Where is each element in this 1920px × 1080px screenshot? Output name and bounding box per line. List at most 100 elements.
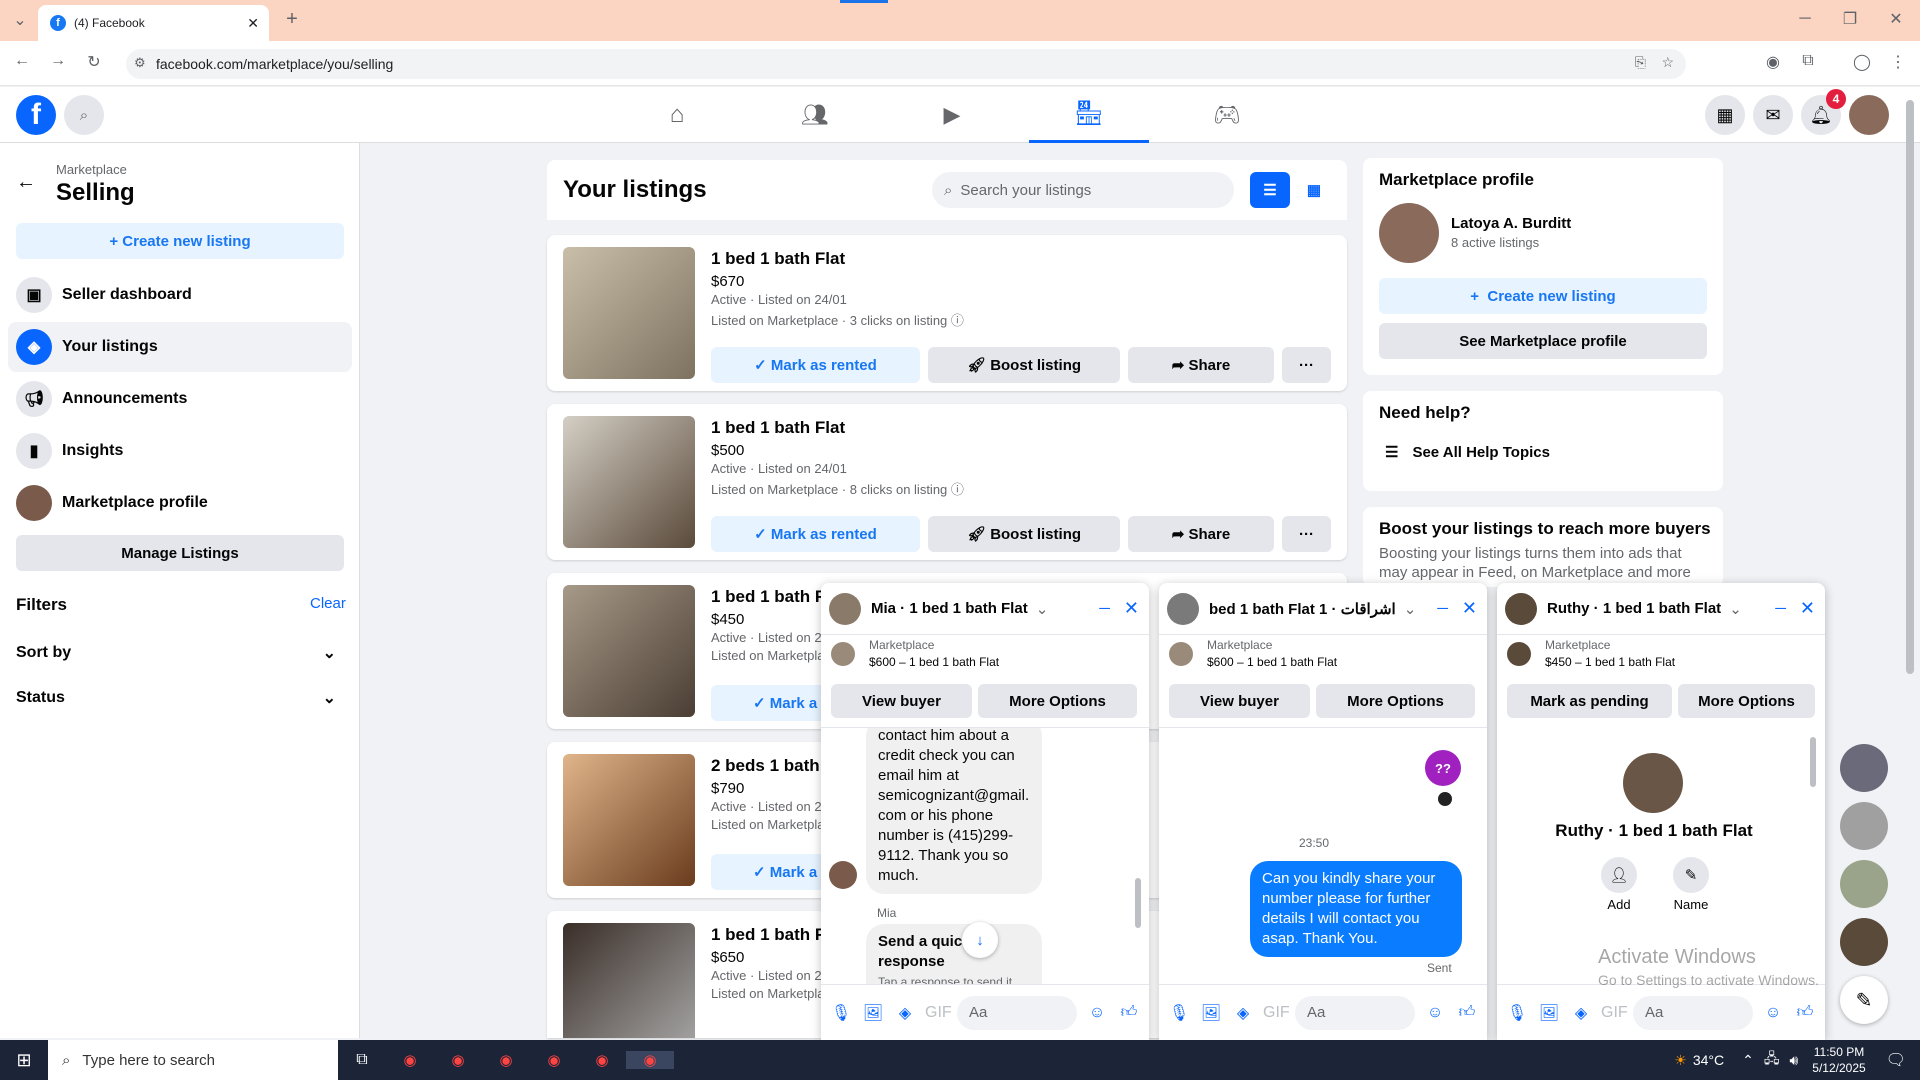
chat-header[interactable]: bed 1 bath Flat 1 · اشراقات ⌄ ─ ✕ <box>1159 583 1487 635</box>
page-scrollbar[interactable] <box>1906 100 1914 674</box>
mark-as-rented-button[interactable]: ✓ Mark as rented <box>711 516 920 552</box>
browser-tab[interactable]: f (4) Facebook ✕ <box>38 5 269 41</box>
breadcrumb[interactable]: Marketplace <box>56 162 127 177</box>
emoji-icon[interactable]: ☺ <box>1761 1004 1785 1022</box>
sticker-icon[interactable]: ◈ <box>1231 1003 1255 1023</box>
listing-card[interactable]: 1 bed 1 bath Flat $500 Active · Listed o… <box>547 404 1347 560</box>
sidebar-item-insights[interactable]: ▮ Insights <box>8 426 352 476</box>
sticker-icon[interactable]: ◈ <box>1569 1003 1593 1023</box>
help-topics-link[interactable]: ☰ See All Help Topics <box>1385 443 1550 462</box>
taskbar-search-box[interactable]: ⌕ Type here to search <box>48 1040 338 1080</box>
chat-head-avatar[interactable] <box>1840 802 1888 850</box>
windows-start-icon[interactable]: ⊞ <box>0 1050 48 1071</box>
share-button[interactable]: ➦ Share <box>1128 516 1274 552</box>
clear-filters-link[interactable]: Clear <box>310 595 346 612</box>
back-icon[interactable]: ← <box>10 52 34 70</box>
add-friend-icon[interactable]: 👤︎ <box>1601 857 1637 893</box>
chat-header[interactable]: Ruthy · 1 bed 1 bath Flat ⌄ ─ ✕ <box>1497 583 1825 635</box>
listing-title[interactable]: 2 beds 1 bath l <box>711 756 829 776</box>
microphone-icon[interactable]: 🎙︎ <box>1505 1003 1529 1023</box>
like-icon[interactable]: 👍︎ <box>1117 1003 1141 1022</box>
scrollbar[interactable] <box>1810 737 1816 787</box>
marketplace-icon[interactable]: 🏪︎ <box>1029 87 1149 143</box>
photo-icon[interactable]: 🖼︎ <box>1537 1003 1561 1023</box>
view-buyer-button[interactable]: View buyer <box>1169 684 1310 718</box>
context-item[interactable]: $600 – 1 bed 1 bath Flat <box>1207 654 1337 671</box>
chrome-menu-icon[interactable]: ⋮ <box>1886 52 1910 72</box>
chat-title[interactable]: Mia · 1 bed 1 bath Flat <box>871 600 1028 617</box>
close-tab-icon[interactable]: ✕ <box>247 15 259 32</box>
menu-grid-icon[interactable]: ▦ <box>1705 95 1745 135</box>
profile-avatar[interactable] <box>1379 203 1439 263</box>
message-input[interactable]: Aa <box>1633 995 1753 1030</box>
gif-icon[interactable]: GIF <box>1263 1004 1290 1022</box>
gaming-icon[interactable]: 🎮︎ <box>1167 87 1287 143</box>
listing-title[interactable]: 1 bed 1 bath Flat <box>711 418 845 438</box>
sidebar-item-marketplace-profile[interactable]: Marketplace profile <box>8 478 352 528</box>
listing-photo[interactable] <box>563 754 695 886</box>
share-button[interactable]: ➦ Share <box>1128 347 1274 383</box>
microphone-icon[interactable]: 🎙︎ <box>1167 1003 1191 1023</box>
listing-photo[interactable] <box>563 247 695 379</box>
facebook-logo-icon[interactable]: f <box>16 95 56 135</box>
bookmark-star-icon[interactable]: ☆ <box>1661 54 1674 71</box>
video-icon[interactable]: ▶ <box>892 87 1012 143</box>
create-listing-button[interactable]: + Create new listing <box>1379 278 1707 314</box>
address-bar[interactable]: ⚙ facebook.com/marketplace/you/selling ⎘… <box>126 49 1686 79</box>
minimize-chat-icon[interactable]: ─ <box>1099 600 1110 617</box>
back-arrow-icon[interactable]: ← <box>16 171 36 194</box>
context-item[interactable]: $600 – 1 bed 1 bath Flat <box>869 654 999 671</box>
chevron-down-icon[interactable]: ⌄ <box>1729 600 1742 618</box>
sidebar-item-your-listings[interactable]: ◈ Your listings <box>8 322 352 372</box>
mark-as-pending-button[interactable]: Mark as pending <box>1507 684 1672 718</box>
profile-icon[interactable]: ◯ <box>1850 52 1874 72</box>
chat-header[interactable]: Mia · 1 bed 1 bath Flat ⌄ ─ ✕ <box>821 583 1149 635</box>
close-window-icon[interactable]: ✕ <box>1884 9 1908 29</box>
messenger-icon[interactable]: ✉ <box>1753 95 1793 135</box>
search-icon[interactable]: ⌕ <box>64 95 104 135</box>
chevron-down-icon[interactable]: ⌄ <box>1404 600 1417 618</box>
gif-icon[interactable]: GIF <box>1601 1004 1628 1022</box>
create-listing-button[interactable]: + Create new listing <box>16 223 344 259</box>
listing-title[interactable]: 1 bed 1 bath Flat <box>711 249 845 269</box>
new-message-icon[interactable]: ✎ <box>1840 976 1888 1024</box>
sidebar-item-seller-dashboard[interactable]: ▣ Seller dashboard <box>8 270 352 320</box>
minimize-chat-icon[interactable]: ─ <box>1775 600 1786 617</box>
message-list[interactable]: contact him about a credit check you can… <box>821 727 1149 984</box>
clock[interactable]: 11:50 PM 5/12/2025 <box>1812 1044 1865 1076</box>
listing-photo[interactable] <box>563 585 695 717</box>
message-list[interactable]: ?? 23:50 Can you kindly share your numbe… <box>1159 727 1487 984</box>
listing-card[interactable]: 1 bed 1 bath Flat $670 Active · Listed o… <box>547 235 1347 391</box>
notification-center-icon[interactable]: 🗨︎ <box>1886 1050 1906 1070</box>
chrome-app-icon[interactable]: ◉ <box>626 1051 674 1069</box>
weather-icon[interactable]: ☀ <box>1674 1052 1687 1069</box>
boost-listing-button[interactable]: 🚀︎ Boost listing <box>928 347 1120 383</box>
minimize-chat-icon[interactable]: ─ <box>1437 600 1448 617</box>
install-icon[interactable]: ⎘ <box>1635 54 1646 71</box>
context-item[interactable]: $450 – 1 bed 1 bath Flat <box>1545 654 1675 671</box>
chat-head-avatar[interactable] <box>1840 860 1888 908</box>
chat-head-avatar[interactable] <box>1840 918 1888 966</box>
gif-icon[interactable]: GIF <box>925 1004 952 1022</box>
chrome-app-icon[interactable]: ◉ <box>386 1051 434 1069</box>
chevron-up-icon[interactable]: ⌃ <box>1742 1052 1754 1069</box>
mark-as-rented-button[interactable]: ✓ Mark as rented <box>711 347 920 383</box>
sticker-icon[interactable]: ◈ <box>893 1003 917 1023</box>
more-options-icon[interactable]: ··· <box>1282 516 1331 552</box>
site-info-icon[interactable]: ⚙ <box>134 55 146 71</box>
message-input[interactable]: Aa <box>957 995 1077 1030</box>
listing-photo[interactable] <box>563 923 695 1038</box>
restore-icon[interactable]: ❐ <box>1838 9 1862 29</box>
new-tab-icon[interactable]: + <box>280 8 304 31</box>
sort-by-dropdown[interactable]: Sort by ⌄ <box>16 643 336 663</box>
scroll-down-icon[interactable]: ↓ <box>962 922 998 958</box>
emoji-icon[interactable]: ☺ <box>1085 1004 1109 1022</box>
boost-listing-button[interactable]: 🚀︎ Boost listing <box>928 516 1120 552</box>
edit-name-icon[interactable]: ✎ <box>1673 857 1709 893</box>
info-icon[interactable]: ⓘ <box>951 313 964 328</box>
chrome-app-icon[interactable]: ◉ <box>578 1051 626 1069</box>
like-icon[interactable]: 👍︎ <box>1455 1003 1479 1022</box>
reload-icon[interactable]: ↻ <box>82 52 106 72</box>
chrome-app-icon[interactable]: ◉ <box>530 1051 578 1069</box>
photo-icon[interactable]: 🖼︎ <box>1199 1003 1223 1023</box>
